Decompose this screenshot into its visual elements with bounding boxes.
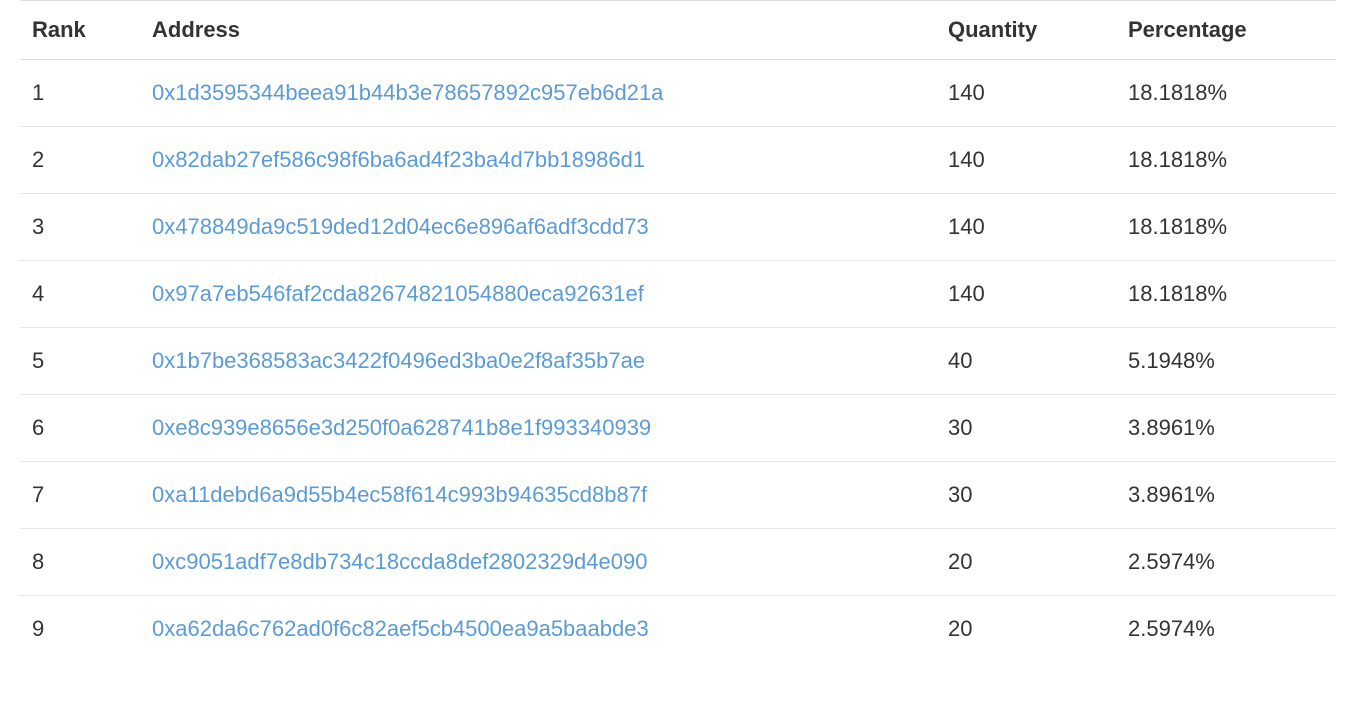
cell-quantity: 140 — [936, 60, 1116, 127]
cell-percentage: 18.1818% — [1116, 194, 1336, 261]
cell-address: 0xe8c939e8656e3d250f0a628741b8e1f9933409… — [140, 395, 936, 462]
cell-address: 0x82dab27ef586c98f6ba6ad4f23ba4d7bb18986… — [140, 127, 936, 194]
address-link[interactable]: 0x478849da9c519ded12d04ec6e896af6adf3cdd… — [152, 214, 649, 239]
cell-quantity: 20 — [936, 596, 1116, 663]
table-row: 1 0x1d3595344beea91b44b3e78657892c957eb6… — [20, 60, 1336, 127]
address-link[interactable]: 0xc9051adf7e8db734c18ccda8def2802329d4e0… — [152, 549, 647, 574]
table-row: 3 0x478849da9c519ded12d04ec6e896af6adf3c… — [20, 194, 1336, 261]
cell-rank: 8 — [20, 529, 140, 596]
cell-quantity: 140 — [936, 261, 1116, 328]
table-row: 4 0x97a7eb546faf2cda82674821054880eca926… — [20, 261, 1336, 328]
cell-percentage: 2.5974% — [1116, 529, 1336, 596]
header-quantity: Quantity — [936, 1, 1116, 60]
cell-rank: 9 — [20, 596, 140, 663]
cell-percentage: 3.8961% — [1116, 462, 1336, 529]
address-link[interactable]: 0x1d3595344beea91b44b3e78657892c957eb6d2… — [152, 80, 663, 105]
address-link[interactable]: 0xa62da6c762ad0f6c82aef5cb4500ea9a5baabd… — [152, 616, 649, 641]
cell-quantity: 140 — [936, 127, 1116, 194]
cell-rank: 6 — [20, 395, 140, 462]
header-rank: Rank — [20, 1, 140, 60]
cell-rank: 3 — [20, 194, 140, 261]
address-link[interactable]: 0xe8c939e8656e3d250f0a628741b8e1f9933409… — [152, 415, 651, 440]
cell-quantity: 20 — [936, 529, 1116, 596]
cell-rank: 7 — [20, 462, 140, 529]
holders-table: Rank Address Quantity Percentage 1 0x1d3… — [20, 0, 1336, 662]
cell-percentage: 3.8961% — [1116, 395, 1336, 462]
cell-percentage: 18.1818% — [1116, 127, 1336, 194]
cell-percentage: 18.1818% — [1116, 261, 1336, 328]
cell-rank: 1 — [20, 60, 140, 127]
cell-address: 0x97a7eb546faf2cda82674821054880eca92631… — [140, 261, 936, 328]
cell-percentage: 18.1818% — [1116, 60, 1336, 127]
cell-quantity: 30 — [936, 395, 1116, 462]
table-row: 8 0xc9051adf7e8db734c18ccda8def2802329d4… — [20, 529, 1336, 596]
cell-rank: 4 — [20, 261, 140, 328]
address-link[interactable]: 0x82dab27ef586c98f6ba6ad4f23ba4d7bb18986… — [152, 147, 645, 172]
cell-address: 0x478849da9c519ded12d04ec6e896af6adf3cdd… — [140, 194, 936, 261]
table-row: 7 0xa11debd6a9d55b4ec58f614c993b94635cd8… — [20, 462, 1336, 529]
cell-quantity: 140 — [936, 194, 1116, 261]
header-percentage: Percentage — [1116, 1, 1336, 60]
cell-address: 0x1d3595344beea91b44b3e78657892c957eb6d2… — [140, 60, 936, 127]
header-address: Address — [140, 1, 936, 60]
cell-quantity: 30 — [936, 462, 1116, 529]
address-link[interactable]: 0x97a7eb546faf2cda82674821054880eca92631… — [152, 281, 644, 306]
address-link[interactable]: 0x1b7be368583ac3422f0496ed3ba0e2f8af35b7… — [152, 348, 645, 373]
cell-address: 0xc9051adf7e8db734c18ccda8def2802329d4e0… — [140, 529, 936, 596]
cell-percentage: 2.5974% — [1116, 596, 1336, 663]
table-row: 9 0xa62da6c762ad0f6c82aef5cb4500ea9a5baa… — [20, 596, 1336, 663]
cell-address: 0xa11debd6a9d55b4ec58f614c993b94635cd8b8… — [140, 462, 936, 529]
cell-rank: 5 — [20, 328, 140, 395]
cell-percentage: 5.1948% — [1116, 328, 1336, 395]
table-header-row: Rank Address Quantity Percentage — [20, 1, 1336, 60]
cell-rank: 2 — [20, 127, 140, 194]
cell-address: 0x1b7be368583ac3422f0496ed3ba0e2f8af35b7… — [140, 328, 936, 395]
table-row: 6 0xe8c939e8656e3d250f0a628741b8e1f99334… — [20, 395, 1336, 462]
address-link[interactable]: 0xa11debd6a9d55b4ec58f614c993b94635cd8b8… — [152, 482, 647, 507]
cell-quantity: 40 — [936, 328, 1116, 395]
cell-address: 0xa62da6c762ad0f6c82aef5cb4500ea9a5baabd… — [140, 596, 936, 663]
table-row: 2 0x82dab27ef586c98f6ba6ad4f23ba4d7bb189… — [20, 127, 1336, 194]
table-row: 5 0x1b7be368583ac3422f0496ed3ba0e2f8af35… — [20, 328, 1336, 395]
table-body: 1 0x1d3595344beea91b44b3e78657892c957eb6… — [20, 60, 1336, 663]
